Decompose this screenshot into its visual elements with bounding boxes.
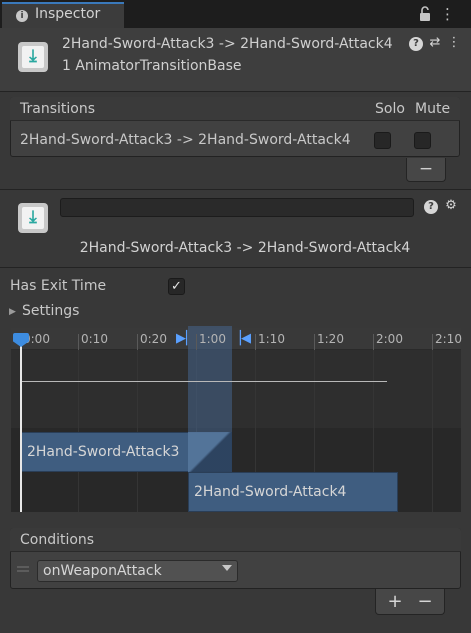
transition-icon: ⤓ xyxy=(18,42,48,72)
tick-mark xyxy=(432,334,433,350)
tick-label: 2:10 xyxy=(435,332,462,346)
has-exit-time-checkbox[interactable]: ✓ xyxy=(168,278,185,295)
playhead-line xyxy=(20,346,22,512)
tick-mark xyxy=(78,334,79,350)
tick-label: 1:10 xyxy=(258,332,285,346)
tick-mark xyxy=(137,334,138,350)
mute-column-label: Mute xyxy=(415,101,451,117)
tick-mark xyxy=(255,334,256,350)
remove-condition-button[interactable]: − xyxy=(415,591,435,612)
conditions-header-label: Conditions xyxy=(20,532,95,548)
tick-label: 0:20 xyxy=(140,332,167,346)
lock-icon[interactable] xyxy=(418,6,432,22)
tick-mark xyxy=(373,334,374,350)
solo-checkbox[interactable] xyxy=(374,132,391,149)
presets-icon[interactable]: ⇄ xyxy=(428,36,442,50)
mute-checkbox[interactable] xyxy=(414,132,431,149)
solo-column-label: Solo xyxy=(375,101,405,117)
transition-end-handle[interactable]: ▕◀ xyxy=(231,331,251,346)
transition-icon: ⤓ xyxy=(18,203,48,233)
transition-title: 2Hand-Sword-Attack3 -> 2Hand-Sword-Attac… xyxy=(79,240,411,256)
grid-line xyxy=(432,350,433,512)
grid-line xyxy=(137,350,138,512)
source-clip-fade xyxy=(188,432,232,472)
header-subtitle: 1 AnimatorTransitionBase xyxy=(62,58,242,74)
transition-row-label[interactable]: 2Hand-Sword-Attack3 -> 2Hand-Sword-Attac… xyxy=(20,132,372,148)
condition-parameter-dropdown[interactable]: onWeaponAttack xyxy=(37,560,238,582)
gear-icon[interactable]: ⚙ xyxy=(444,199,458,213)
more-options-icon[interactable]: ⋮ xyxy=(447,36,461,50)
help-icon[interactable]: ? xyxy=(409,37,423,51)
tick-label: 0:10 xyxy=(81,332,108,346)
section-divider xyxy=(0,189,471,190)
weight-curve xyxy=(21,381,387,382)
settings-foldout-label[interactable]: Settings xyxy=(22,303,79,319)
chevron-down-icon xyxy=(222,565,232,571)
transition-name-field[interactable] xyxy=(60,198,414,217)
help-icon[interactable]: ? xyxy=(424,200,438,214)
tick-mark xyxy=(196,334,197,350)
drag-handle-icon[interactable] xyxy=(17,566,29,572)
more-options-icon[interactable]: ⋮ xyxy=(440,5,455,23)
has-exit-time-label: Has Exit Time xyxy=(10,278,107,294)
settings-foldout-icon[interactable]: ▶ xyxy=(9,307,16,317)
grid-line xyxy=(78,350,79,512)
transition-start-handle[interactable]: ▶▏ xyxy=(176,331,196,346)
section-divider xyxy=(0,267,471,268)
tick-label: 1:20 xyxy=(317,332,344,346)
remove-transition-button[interactable]: − xyxy=(406,158,446,182)
tick-label: 2:00 xyxy=(376,332,403,346)
tick-label: 1:00 xyxy=(199,332,226,346)
header-title: 2Hand-Sword-Attack3 -> 2Hand-Sword-Attac… xyxy=(62,36,393,52)
tick-mark xyxy=(314,334,315,350)
add-condition-button[interactable]: + xyxy=(385,591,405,612)
info-icon: i xyxy=(16,10,28,22)
transitions-header-label: Transitions xyxy=(20,101,95,117)
destination-clip[interactable]: 2Hand-Sword-Attack4 xyxy=(188,472,398,512)
tab-label: Inspector xyxy=(35,6,101,22)
